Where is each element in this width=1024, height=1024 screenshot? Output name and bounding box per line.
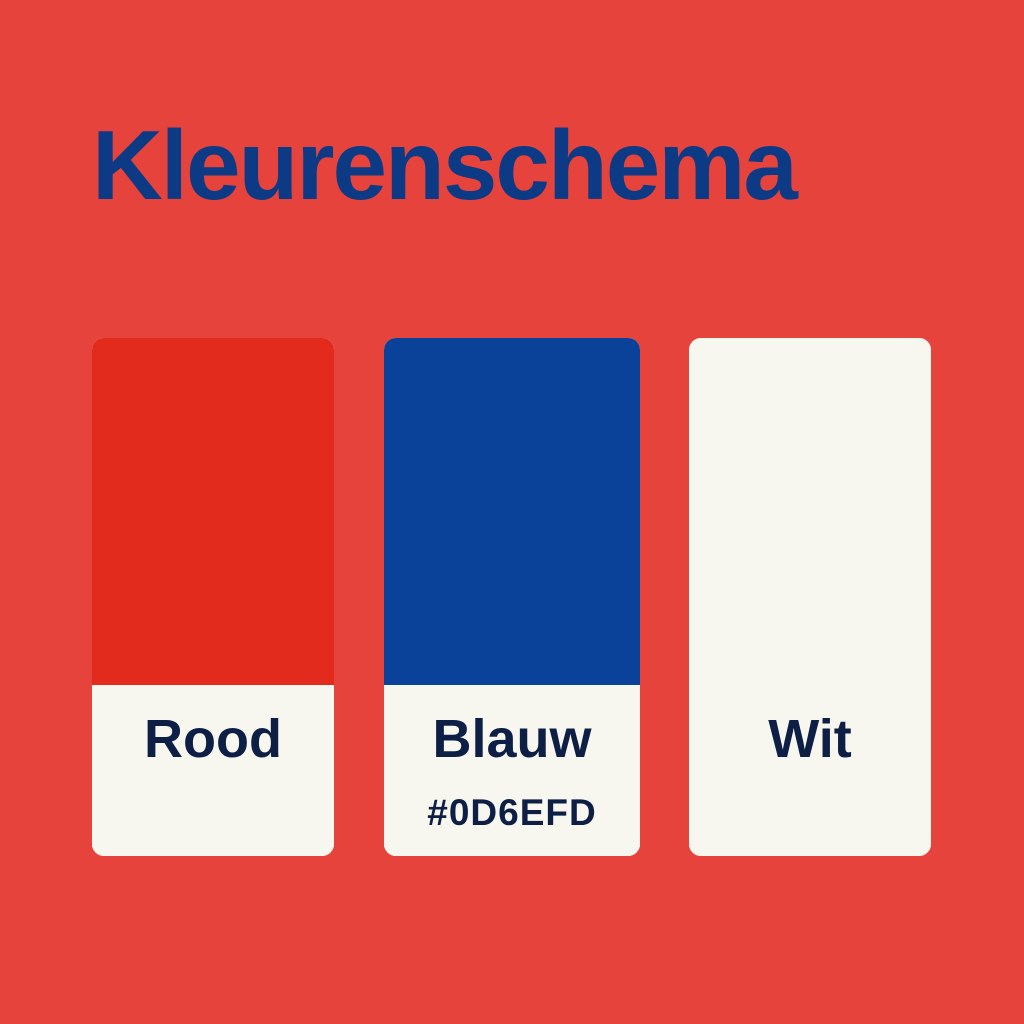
color-swatch-rood xyxy=(92,338,334,685)
color-swatch-wit xyxy=(689,338,931,685)
swatch-label-wit: Wit xyxy=(768,709,852,769)
color-swatch-blauw xyxy=(384,338,640,685)
swatch-label-blauw: Blauw xyxy=(432,709,592,769)
page-title: Kleurenschema xyxy=(92,110,798,220)
swatch-card-wit: Wit xyxy=(689,338,931,856)
swatch-label-rood: Rood xyxy=(144,709,282,769)
swatch-card-blauw: Blauw #0D6EFD xyxy=(384,338,640,856)
swatch-card-rood: Rood xyxy=(92,338,334,856)
swatch-hex-code: #0D6EFD xyxy=(427,792,597,833)
